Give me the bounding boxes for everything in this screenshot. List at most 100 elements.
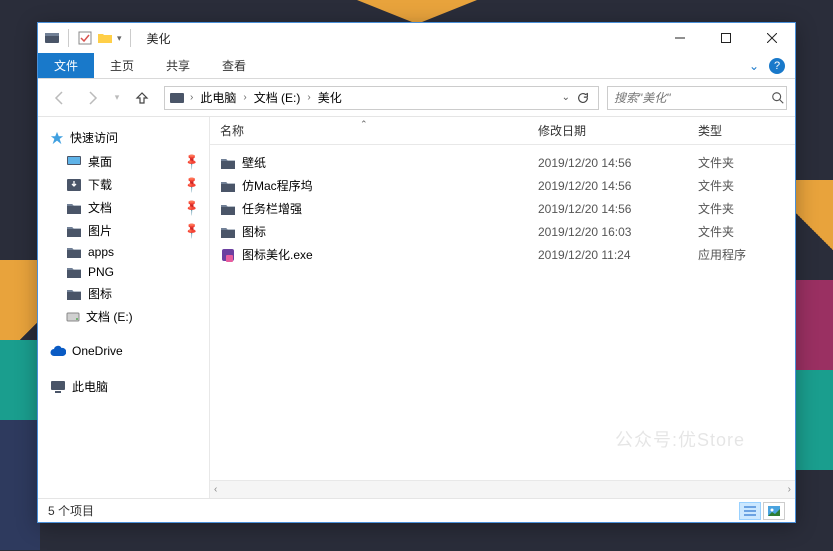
- chevron-right-icon[interactable]: ›: [304, 92, 313, 103]
- help-icon[interactable]: ?: [769, 58, 785, 74]
- file-type: 文件夹: [698, 177, 795, 194]
- file-type: 文件夹: [698, 200, 795, 217]
- folder-icon: [66, 245, 82, 259]
- window-title: 美化: [147, 30, 171, 47]
- file-name: 图标美化.exe: [242, 246, 313, 263]
- folder-icon: [220, 179, 236, 193]
- sidebar-item[interactable]: apps: [38, 242, 209, 262]
- statusbar: 5 个项目: [38, 498, 795, 522]
- pin-icon: 📌: [183, 175, 202, 194]
- minimize-button[interactable]: [657, 23, 703, 53]
- horizontal-scrollbar[interactable]: ‹›: [210, 480, 795, 498]
- disk-icon: [66, 310, 80, 324]
- file-name: 图标: [242, 223, 266, 240]
- sidebar-item[interactable]: 文档📌: [38, 196, 209, 219]
- col-header-type[interactable]: 类型: [698, 122, 795, 139]
- sidebar-item-label: 图标: [88, 285, 112, 302]
- refresh-icon[interactable]: [576, 91, 590, 105]
- col-header-date[interactable]: 修改日期: [538, 122, 698, 139]
- file-type: 文件夹: [698, 154, 795, 171]
- file-date: 2019/12/20 11:24: [538, 248, 698, 262]
- ribbon-tabs: 文件 主页 共享 查看 ⌄ ?: [38, 53, 795, 79]
- ribbon-expand-icon[interactable]: ⌄: [749, 59, 759, 73]
- file-type: 文件夹: [698, 223, 795, 240]
- tab-file[interactable]: 文件: [38, 53, 94, 78]
- sidebar-item[interactable]: PNG: [38, 262, 209, 282]
- view-details-button[interactable]: [739, 502, 761, 520]
- file-row[interactable]: 图标 2019/12/20 16:03文件夹: [210, 220, 795, 243]
- status-text: 5 个项目: [48, 502, 94, 519]
- cloud-icon: [50, 345, 66, 357]
- file-list: 壁纸2019/12/20 14:56文件夹仿Mac程序坞2019/12/20 1…: [210, 145, 795, 480]
- sidebar-quick-access[interactable]: 快速访问: [38, 125, 209, 150]
- tab-share[interactable]: 共享: [150, 53, 206, 78]
- addr-dropdown-icon[interactable]: ⌄: [562, 92, 570, 103]
- folder-icon: [66, 201, 82, 215]
- pin-icon: 📌: [183, 221, 202, 240]
- file-type: 应用程序: [698, 246, 795, 263]
- desktop-icon: [66, 155, 82, 169]
- file-row[interactable]: 仿Mac程序坞 2019/12/20 14:56文件夹: [210, 174, 795, 197]
- breadcrumb-segment[interactable]: 美化: [316, 89, 344, 106]
- search-input[interactable]: [614, 91, 771, 105]
- exe-icon: [220, 247, 236, 263]
- folder-icon: [66, 287, 82, 301]
- main-pane: 名称 ⌃ 修改日期 类型 壁纸2019/12/20 14:56文件夹仿Mac程序…: [210, 117, 795, 498]
- folder-icon: [220, 202, 236, 216]
- file-date: 2019/12/20 14:56: [538, 156, 698, 170]
- file-row[interactable]: 图标美化.exe 2019/12/20 11:24应用程序: [210, 243, 795, 266]
- folder-icon: [66, 265, 82, 279]
- pc-icon: [50, 380, 66, 394]
- sidebar-item-label: 文档 (E:): [86, 308, 133, 325]
- search-box[interactable]: [607, 86, 787, 110]
- tab-view[interactable]: 查看: [206, 53, 262, 78]
- pin-icon: 📌: [183, 152, 202, 171]
- file-date: 2019/12/20 16:03: [538, 225, 698, 239]
- addr-folder-icon: [169, 90, 185, 106]
- file-row[interactable]: 任务栏增强2019/12/20 14:56文件夹: [210, 197, 795, 220]
- close-button[interactable]: [749, 23, 795, 53]
- tab-home[interactable]: 主页: [94, 53, 150, 78]
- file-name: 仿Mac程序坞: [242, 177, 313, 194]
- sidebar-item[interactable]: 图标: [38, 282, 209, 305]
- folder-icon: [220, 225, 236, 239]
- titlebar: ▾ 美化: [38, 23, 795, 53]
- col-header-name[interactable]: 名称: [220, 122, 538, 139]
- file-row[interactable]: 壁纸 2019/12/20 14:56文件夹: [210, 151, 795, 174]
- nav-history-dropdown[interactable]: ▾: [110, 84, 124, 112]
- sidebar-item[interactable]: 下载📌: [38, 173, 209, 196]
- sidebar-item[interactable]: 文档 (E:): [38, 305, 209, 328]
- nav-up-button[interactable]: [128, 84, 156, 112]
- address-bar[interactable]: › 此电脑 › 文档 (E:) › 美化 ⌄: [164, 86, 599, 110]
- sort-indicator-icon: ⌃: [360, 119, 368, 130]
- sidebar-onedrive[interactable]: OneDrive: [38, 340, 209, 362]
- sidebar-item[interactable]: 桌面📌: [38, 150, 209, 173]
- sidebar-item-label: PNG: [88, 265, 114, 279]
- search-icon[interactable]: [771, 91, 785, 105]
- nav-sidebar: 快速访问 桌面📌下载📌文档📌图片📌appsPNG图标文档 (E:) OneDri…: [38, 117, 210, 498]
- folder-icon: [220, 156, 236, 170]
- column-headers: 名称 ⌃ 修改日期 类型: [210, 117, 795, 145]
- maximize-button[interactable]: [703, 23, 749, 53]
- explorer-icon: [44, 30, 60, 46]
- view-thumbnails-button[interactable]: [763, 502, 785, 520]
- nav-back-button[interactable]: [46, 84, 74, 112]
- sidebar-item-label: 文档: [88, 199, 112, 216]
- breadcrumb-segment[interactable]: 此电脑: [198, 89, 238, 106]
- sidebar-this-pc[interactable]: 此电脑: [38, 374, 209, 399]
- sidebar-item[interactable]: 图片 📌: [38, 219, 209, 242]
- nav-row: ▾ › 此电脑 › 文档 (E:) › 美化 ⌄: [38, 79, 795, 117]
- qa-folder-icon[interactable]: [97, 30, 113, 46]
- chevron-right-icon[interactable]: ›: [187, 92, 196, 103]
- sidebar-item-label: apps: [88, 245, 114, 259]
- breadcrumb-segment[interactable]: 文档 (E:): [252, 89, 303, 106]
- file-name: 壁纸: [242, 154, 266, 171]
- file-name: 任务栏增强: [242, 200, 302, 217]
- sidebar-item-label: 图片: [88, 222, 112, 239]
- nav-forward-button[interactable]: [78, 84, 106, 112]
- qa-checkbox-icon[interactable]: [77, 30, 93, 46]
- chevron-right-icon[interactable]: ›: [240, 92, 249, 103]
- folder-icon: [66, 224, 82, 238]
- file-date: 2019/12/20 14:56: [538, 179, 698, 193]
- qa-dropdown-icon[interactable]: ▾: [117, 33, 122, 44]
